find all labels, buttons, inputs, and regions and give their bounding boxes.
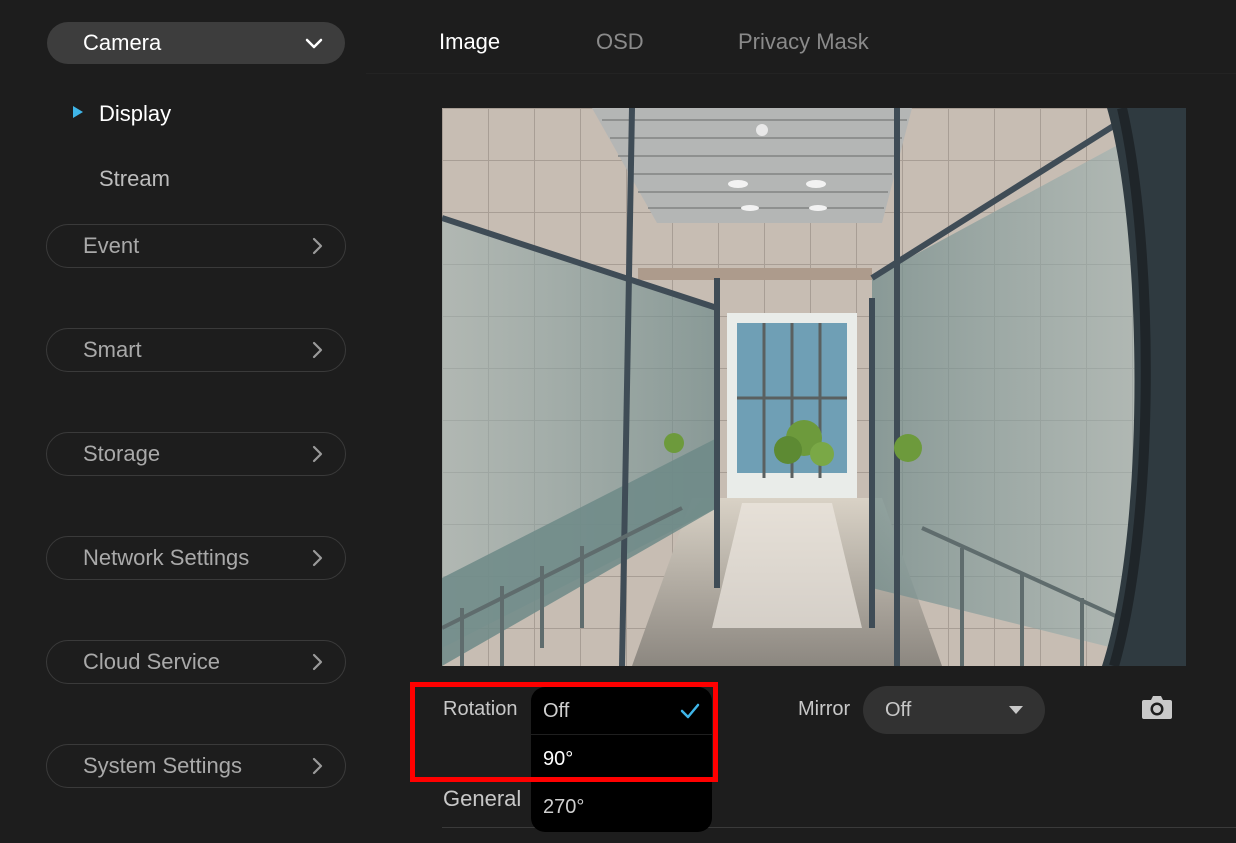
sidebar-item-label: Network Settings (83, 545, 250, 570)
general-section-title: General (443, 786, 522, 811)
rotation-option-off[interactable]: Off (531, 687, 712, 735)
camera-preview (442, 108, 1186, 666)
sidebar-item-network-settings[interactable]: Network Settings (46, 536, 346, 580)
sidebar-item-label: Event (83, 233, 140, 258)
chevron-right-icon (312, 445, 323, 463)
chevron-down-icon (305, 38, 323, 48)
sidebar-item-label: Storage (83, 441, 161, 466)
sidebar-item-system-settings[interactable]: System Settings (46, 744, 346, 788)
sidebar-item-storage[interactable]: Storage (46, 432, 346, 476)
rotation-option-label: 90° (543, 747, 574, 770)
sidebar-item-display[interactable]: Display (99, 101, 171, 127)
sidebar-item-stream[interactable]: Stream (99, 166, 170, 192)
tab-privacy-mask[interactable]: Privacy Mask (738, 29, 869, 55)
rotation-option-90[interactable]: 90° (531, 735, 712, 783)
rotation-dropdown[interactable]: Off 90° 270° (531, 687, 712, 832)
tab-image[interactable]: Image (439, 29, 500, 55)
tab-osd[interactable]: OSD (596, 29, 644, 55)
rotation-option-label: 270° (543, 795, 585, 818)
chevron-right-icon (312, 653, 323, 671)
chevron-right-icon (312, 237, 323, 255)
sidebar-item-event[interactable]: Event (46, 224, 346, 268)
chevron-right-icon (312, 341, 323, 359)
tab-bar-divider (366, 73, 1236, 74)
mirror-select[interactable]: Off (863, 686, 1045, 734)
rotation-option-label: Off (543, 699, 570, 722)
rotation-option-270[interactable]: 270° (531, 783, 712, 831)
mirror-label: Mirror (798, 698, 851, 720)
checkmark-icon (680, 703, 700, 719)
sidebar-item-label: Cloud Service (83, 649, 220, 674)
chevron-right-icon (312, 549, 323, 567)
caret-down-icon (1009, 706, 1023, 714)
mirror-value: Off (885, 698, 912, 721)
active-indicator-icon (73, 106, 83, 118)
camera-snapshot-icon[interactable] (1141, 694, 1173, 725)
sidebar-item-label: Smart (83, 337, 142, 362)
rotation-label: Rotation (443, 698, 518, 720)
sidebar-item-smart[interactable]: Smart (46, 328, 346, 372)
sidebar-item-cloud-service[interactable]: Cloud Service (46, 640, 346, 684)
camera-menu-label: Camera (83, 30, 162, 55)
sidebar-item-label: System Settings (83, 753, 242, 778)
camera-menu-button[interactable]: Camera (47, 22, 345, 64)
chevron-right-icon (312, 757, 323, 775)
